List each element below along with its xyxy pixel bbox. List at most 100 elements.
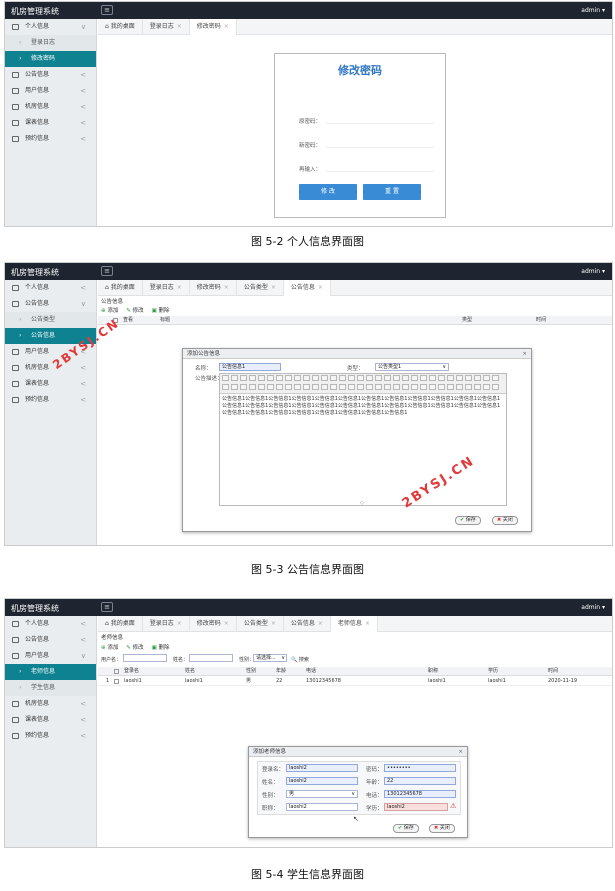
- gender-select[interactable]: 男 ∨: [286, 790, 358, 798]
- rich-text-editor[interactable]: 公告信息1公告信息1公告信息1公告信息1公告信息1公告信息1公告信息1公告信息1…: [219, 373, 507, 506]
- editor-tool-icon[interactable]: [393, 375, 400, 381]
- age-input[interactable]: 22: [384, 777, 456, 785]
- editor-tool-icon[interactable]: [231, 384, 238, 390]
- editor-tool-icon[interactable]: [456, 384, 463, 390]
- editor-tool-icon[interactable]: [411, 375, 418, 381]
- phone-input[interactable]: 13012345678: [384, 790, 456, 798]
- sidebar-item[interactable]: 预约信息 <: [5, 728, 96, 744]
- editor-tool-icon[interactable]: [402, 384, 409, 390]
- tab[interactable]: 登录日志 ×: [143, 19, 190, 35]
- editor-tool-icon[interactable]: [339, 384, 346, 390]
- close-tab-icon[interactable]: ×: [271, 620, 276, 627]
- tab[interactable]: 老师信息 ×: [330, 616, 378, 632]
- tab[interactable]: 公告类型 ×: [237, 280, 284, 296]
- sidebar-item[interactable]: 公告信息 ∨: [5, 296, 96, 312]
- editor-tool-icon[interactable]: [492, 375, 499, 381]
- editor-tool-icon[interactable]: [294, 375, 301, 381]
- editor-tool-icon[interactable]: [240, 384, 247, 390]
- edu-input[interactable]: laoshi2: [384, 803, 448, 811]
- save-button[interactable]: ✔ 保存: [393, 824, 419, 833]
- editor-tool-icon[interactable]: [240, 375, 247, 381]
- editor-tool-icon[interactable]: [276, 384, 283, 390]
- editor-tool-icon[interactable]: [303, 384, 310, 390]
- editor-tool-icon[interactable]: [357, 384, 364, 390]
- sidebar-item[interactable]: › 公告类型: [5, 312, 96, 328]
- editor-tool-icon[interactable]: [285, 384, 292, 390]
- editor-tool-icon[interactable]: [366, 375, 373, 381]
- add-button[interactable]: ⊕ 添加: [101, 306, 118, 314]
- editor-tool-icon[interactable]: [438, 375, 445, 381]
- editor-tool-icon[interactable]: [474, 384, 481, 390]
- delete-button[interactable]: ▣ 删除: [152, 306, 170, 314]
- editor-tool-icon[interactable]: [285, 375, 292, 381]
- editor-tool-icon[interactable]: [357, 375, 364, 381]
- editor-tool-icon[interactable]: [348, 375, 355, 381]
- resize-icon[interactable]: ◇: [360, 500, 364, 506]
- close-button[interactable]: ✖ 关闭: [492, 516, 518, 525]
- editor-tool-icon[interactable]: [429, 384, 436, 390]
- editor-tool-icon[interactable]: [258, 384, 265, 390]
- editor-tool-icon[interactable]: [339, 375, 346, 381]
- close-tab-icon[interactable]: ×: [224, 23, 229, 30]
- editor-tool-icon[interactable]: [375, 384, 382, 390]
- submit-button[interactable]: 修 改: [299, 184, 357, 200]
- old-password-input[interactable]: [325, 115, 435, 124]
- tab[interactable]: 修改密码 ×: [189, 19, 237, 35]
- close-tab-icon[interactable]: ×: [318, 284, 323, 291]
- type-select[interactable]: 公告类型1 ∨: [375, 363, 449, 371]
- table-row[interactable]: 1 laoshi1 laoshi1 男 22 13012345678 laosh…: [98, 677, 612, 686]
- close-icon[interactable]: ×: [522, 349, 527, 359]
- tab[interactable]: 修改密码 ×: [190, 280, 237, 296]
- editor-tool-icon[interactable]: [438, 384, 445, 390]
- editor-tool-icon[interactable]: [447, 384, 454, 390]
- sidebar-item[interactable]: 个人信息 <: [5, 616, 96, 632]
- login-input[interactable]: laoshi2: [286, 764, 358, 772]
- editor-tool-icon[interactable]: [258, 375, 265, 381]
- editor-content[interactable]: 公告信息1公告信息1公告信息1公告信息1公告信息1公告信息1公告信息1公告信息1…: [220, 394, 506, 419]
- editor-tool-icon[interactable]: [231, 375, 238, 381]
- editor-tool-icon[interactable]: [420, 384, 427, 390]
- editor-tool-icon[interactable]: [492, 384, 499, 390]
- editor-tool-icon[interactable]: [429, 375, 436, 381]
- editor-tool-icon[interactable]: [465, 384, 472, 390]
- close-icon[interactable]: ×: [458, 747, 463, 757]
- add-button[interactable]: ⊕ 添加: [101, 643, 118, 651]
- sidebar-item[interactable]: 个人信息 ∨: [5, 19, 96, 35]
- editor-tool-icon[interactable]: [222, 384, 229, 390]
- sidebar-item[interactable]: 公告信息 <: [5, 67, 96, 83]
- editor-tool-icon[interactable]: [312, 384, 319, 390]
- sidebar-item[interactable]: 用户信息 ∨: [5, 648, 96, 664]
- close-tab-icon[interactable]: ×: [177, 284, 182, 291]
- editor-tool-icon[interactable]: [321, 384, 328, 390]
- editor-tool-icon[interactable]: [294, 384, 301, 390]
- close-tab-icon[interactable]: ×: [224, 284, 229, 291]
- admin-menu[interactable]: admin ▾: [581, 604, 605, 611]
- editor-tool-icon[interactable]: [330, 375, 337, 381]
- save-button[interactable]: ✔ 保存: [455, 516, 481, 525]
- editor-tool-icon[interactable]: [465, 375, 472, 381]
- row-checkbox[interactable]: [114, 679, 119, 684]
- editor-tool-icon[interactable]: [276, 375, 283, 381]
- name-input[interactable]: 公告信息1: [219, 363, 281, 371]
- tab[interactable]: 登录日志 ×: [143, 616, 190, 632]
- editor-tool-icon[interactable]: [474, 375, 481, 381]
- sidebar-item[interactable]: 用户信息 <: [5, 83, 96, 99]
- tab[interactable]: 修改密码 ×: [190, 616, 237, 632]
- editor-tool-icon[interactable]: [267, 375, 274, 381]
- editor-tool-icon[interactable]: [384, 384, 391, 390]
- editor-tool-icon[interactable]: [411, 384, 418, 390]
- tab[interactable]: ⌂ 我的桌面: [98, 19, 143, 35]
- name-input[interactable]: laoshi2: [286, 777, 358, 785]
- hamburger-icon[interactable]: ≡: [101, 602, 113, 612]
- edit-button[interactable]: ✎ 修改: [126, 643, 143, 651]
- editor-tool-icon[interactable]: [330, 384, 337, 390]
- editor-tool-icon[interactable]: [483, 384, 490, 390]
- edit-button[interactable]: ✎ 修改: [126, 306, 143, 314]
- reset-button[interactable]: 重 置: [363, 184, 421, 200]
- close-tab-icon[interactable]: ×: [271, 284, 276, 291]
- sidebar-item[interactable]: 预约信息 <: [5, 392, 96, 408]
- editor-tool-icon[interactable]: [267, 384, 274, 390]
- admin-menu[interactable]: admin ▾: [581, 7, 605, 14]
- search-button[interactable]: 🔍 搜索: [291, 656, 309, 663]
- sidebar-item[interactable]: › 老师信息: [5, 664, 96, 680]
